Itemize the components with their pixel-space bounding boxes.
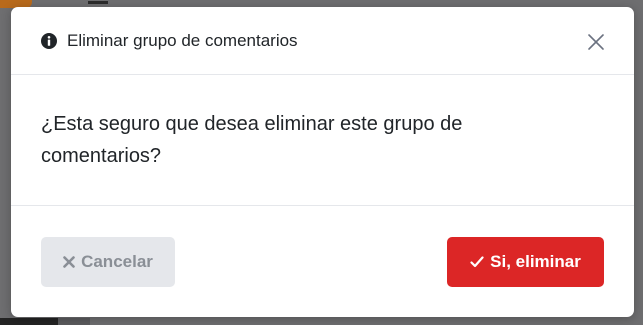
- info-circle-icon: [41, 33, 57, 49]
- background-sidebar: [0, 318, 58, 325]
- confirm-delete-button[interactable]: Si, eliminar: [447, 237, 604, 287]
- background-panel: [58, 318, 90, 325]
- confirm-button-label: Si, eliminar: [490, 252, 581, 271]
- cancel-button-label: Cancelar: [81, 252, 153, 271]
- confirm-dialog: Eliminar grupo de comentarios ¿Esta segu…: [11, 7, 634, 317]
- background-menu-icon: [88, 1, 108, 4]
- dialog-header: Eliminar grupo de comentarios: [11, 7, 634, 75]
- confirm-message: ¿Esta seguro que desea eliminar este gru…: [41, 113, 463, 167]
- check-icon: [470, 256, 484, 268]
- cancel-button[interactable]: Cancelar: [41, 237, 175, 287]
- close-icon[interactable]: [587, 33, 605, 51]
- dialog-body: ¿Esta seguro que desea eliminar este gru…: [11, 75, 634, 206]
- times-icon: [63, 256, 75, 268]
- dialog-title: Eliminar grupo de comentarios: [67, 31, 298, 50]
